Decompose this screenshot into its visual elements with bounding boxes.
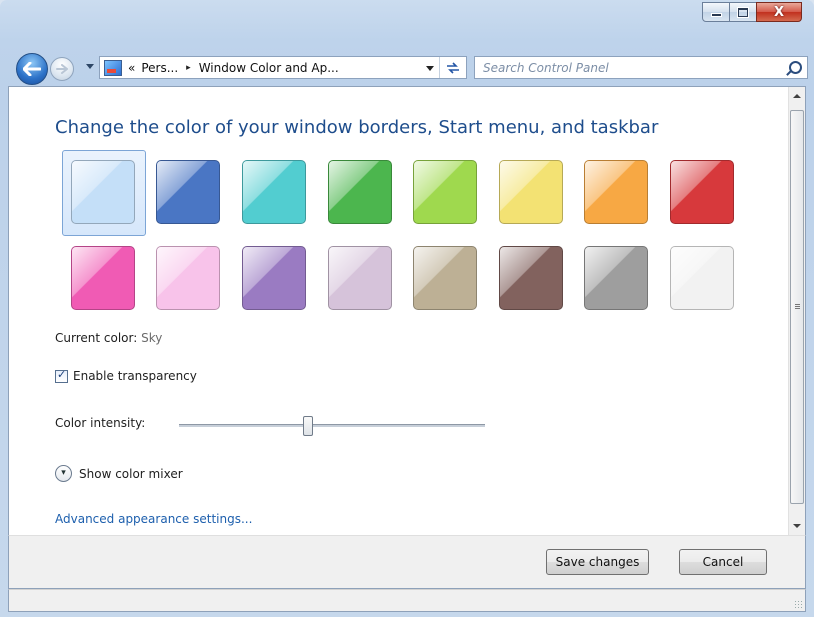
back-button[interactable] bbox=[16, 53, 48, 85]
back-arrow-icon bbox=[23, 62, 41, 76]
maximize-icon bbox=[737, 6, 749, 18]
navigation-bar: « Pers... ▸ Window Color and Ap... Searc… bbox=[0, 50, 814, 86]
current-color-text: Current color: Sky bbox=[55, 331, 162, 345]
color-swatch-pumpkin[interactable] bbox=[584, 160, 648, 224]
color-swatch-frost[interactable] bbox=[670, 246, 734, 310]
swatch-gloss bbox=[157, 161, 219, 223]
color-swatch-leaf[interactable] bbox=[328, 160, 392, 224]
scroll-up-icon[interactable] bbox=[793, 94, 801, 98]
minimize-icon bbox=[710, 13, 722, 17]
scroll-down-icon[interactable] bbox=[793, 524, 801, 528]
intensity-slider-thumb[interactable] bbox=[302, 416, 313, 436]
swatch-gloss bbox=[671, 247, 733, 309]
swatch-gloss bbox=[329, 161, 391, 223]
search-icon[interactable] bbox=[789, 61, 802, 74]
color-swatch-ruby[interactable] bbox=[670, 160, 734, 224]
swatch-gloss bbox=[72, 247, 134, 309]
command-bar: Save changes Cancel bbox=[8, 535, 806, 589]
close-button[interactable]: X bbox=[756, 2, 802, 22]
color-swatch-slate[interactable] bbox=[584, 246, 648, 310]
swatch-gloss bbox=[414, 247, 476, 309]
chevron-down-icon[interactable]: ▾ bbox=[55, 465, 72, 482]
intensity-slider[interactable] bbox=[179, 416, 485, 436]
transparency-checkbox[interactable] bbox=[55, 368, 68, 383]
address-dropdown-icon[interactable] bbox=[426, 66, 434, 71]
save-changes-button[interactable]: Save changes bbox=[546, 549, 649, 575]
color-mixer-label[interactable]: Show color mixer bbox=[79, 467, 183, 481]
color-swatch-lime[interactable] bbox=[413, 160, 477, 224]
refresh-icon bbox=[447, 61, 459, 74]
color-swatch-lemon[interactable] bbox=[499, 160, 563, 224]
swatch-gloss bbox=[72, 161, 134, 223]
transparency-option[interactable]: Enable transparency bbox=[55, 368, 197, 383]
resize-grip-icon[interactable] bbox=[794, 600, 802, 608]
search-input[interactable]: Search Control Panel bbox=[474, 56, 808, 79]
window-frame: X « Pers... ▸ Window Color and Ap... Sea… bbox=[0, 0, 814, 617]
search-placeholder: Search Control Panel bbox=[483, 60, 609, 75]
swatch-gloss bbox=[243, 247, 305, 309]
color-swatch-sea[interactable] bbox=[242, 160, 306, 224]
color-swatch-chocolate[interactable] bbox=[499, 246, 563, 310]
refresh-button[interactable] bbox=[439, 57, 466, 78]
close-icon: X bbox=[773, 4, 785, 20]
address-bar[interactable]: « Pers... ▸ Window Color and Ap... bbox=[99, 56, 467, 79]
breadcrumb-separator-icon[interactable]: ▸ bbox=[186, 63, 191, 73]
current-color-label: Current color: bbox=[55, 331, 138, 345]
swatch-gloss bbox=[157, 247, 219, 309]
caption-buttons: X bbox=[702, 2, 802, 22]
transparency-label[interactable]: Enable transparency bbox=[73, 369, 197, 383]
swatch-gloss bbox=[500, 247, 562, 309]
current-color-value: Sky bbox=[141, 331, 163, 345]
grip-icon bbox=[795, 304, 800, 305]
swatch-gloss bbox=[671, 161, 733, 223]
advanced-appearance-link[interactable]: Advanced appearance settings... bbox=[55, 512, 252, 526]
color-mixer-toggle[interactable]: ▾ Show color mixer bbox=[55, 465, 183, 482]
swatch-gloss bbox=[585, 247, 647, 309]
breadcrumb-item-personalization[interactable]: Pers... bbox=[141, 61, 178, 75]
forward-arrow-icon bbox=[56, 64, 68, 74]
scrollbar-thumb[interactable] bbox=[790, 110, 804, 504]
breadcrumb-overflow[interactable]: « bbox=[128, 61, 135, 75]
swatch-gloss bbox=[500, 161, 562, 223]
swatch-gloss bbox=[414, 161, 476, 223]
page-title: Change the color of your window borders,… bbox=[55, 117, 659, 138]
vertical-scrollbar[interactable] bbox=[788, 87, 805, 536]
status-bar bbox=[8, 589, 806, 612]
swatch-gloss bbox=[329, 247, 391, 309]
color-swatch-taupe[interactable] bbox=[413, 246, 477, 310]
cancel-button[interactable]: Cancel bbox=[679, 549, 767, 575]
breadcrumb-item-window-color[interactable]: Window Color and Ap... bbox=[199, 61, 339, 75]
swatch-gloss bbox=[585, 161, 647, 223]
color-swatch-violet[interactable] bbox=[242, 246, 306, 310]
content-pane: Change the color of your window borders,… bbox=[8, 86, 806, 536]
control-panel-icon bbox=[104, 59, 122, 76]
swatch-gloss bbox=[243, 161, 305, 223]
color-swatch-fuchsia[interactable] bbox=[71, 246, 135, 310]
color-swatch-lavender[interactable] bbox=[328, 246, 392, 310]
color-swatch-blush[interactable] bbox=[156, 246, 220, 310]
color-swatch-twilight[interactable] bbox=[156, 160, 220, 224]
forward-button[interactable] bbox=[50, 57, 74, 81]
intensity-label: Color intensity: bbox=[55, 416, 146, 430]
maximize-button[interactable] bbox=[729, 2, 757, 22]
recent-pages-dropdown-icon[interactable] bbox=[86, 64, 94, 69]
minimize-button[interactable] bbox=[702, 2, 730, 22]
color-swatch-sky[interactable] bbox=[71, 160, 135, 224]
